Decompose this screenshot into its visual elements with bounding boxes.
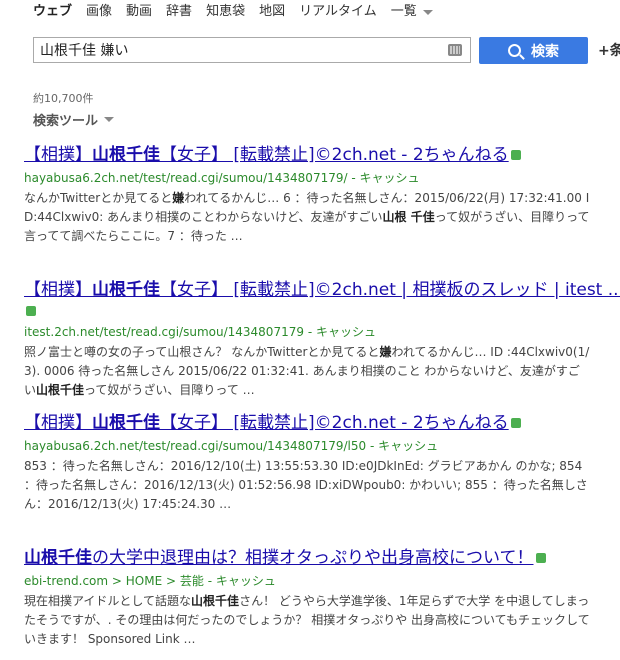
tab-dictionary[interactable]: 辞書 (166, 3, 192, 21)
tab-realtime[interactable]: リアルタイム (299, 3, 377, 21)
search-icon (508, 44, 521, 57)
cache-icon[interactable] (26, 305, 36, 316)
search-field (33, 37, 471, 63)
result-title-link[interactable]: 【相撲】山根千佳【女子】 [転載禁止]©2ch.net - 2ちゃんねる (24, 145, 509, 165)
cache-icon[interactable] (510, 149, 521, 160)
snippet-text: 照ノ富士と噂の女の子って山根さん？ なんかTwitterとか見てると (24, 345, 380, 359)
snippet-highlight: 嫌 (172, 191, 185, 205)
tab-chiebukuro[interactable]: 知恵袋 (206, 3, 245, 21)
search-button[interactable]: 検索 (479, 37, 588, 64)
result-title-link[interactable]: 【相撲】山根千佳【女子】 [転載禁止]©2ch.net | 相撲板のスレッド |… (24, 280, 620, 300)
search-result: 【相撲】山根千佳【女子】 [転載禁止]©2ch.net - 2ちゃんねる hay… (24, 412, 590, 514)
tab-web[interactable]: ウェブ (33, 3, 72, 21)
search-input[interactable] (40, 41, 440, 59)
snippet-highlight: 嫌 (379, 345, 392, 359)
tab-video[interactable]: 動画 (126, 3, 152, 21)
snippet-text: って奴がうざい、目障りって … (84, 383, 255, 397)
result-snippet: 853 ：待った名無しさん：2016/12/10(土) 13:55:53.30 … (24, 457, 590, 514)
cache-link[interactable]: キャッシュ (360, 171, 420, 185)
snippet-highlight: 山根千佳 (191, 594, 240, 608)
search-button-label: 検索 (531, 43, 559, 60)
search-result: 【相撲】山根千佳【女子】 [転載禁止]©2ch.net | 相撲板のスレッド |… (24, 279, 620, 400)
result-snippet: 現在相撲アイドルとして話題な山根千佳さん！ どうやら大学進学後、1年足らずで大学… (24, 592, 590, 649)
snippet-highlight: 山根千佳 (36, 383, 85, 397)
result-url: itest.2ch.net/test/read.cgi/sumou/143480… (24, 325, 376, 339)
search-result: 【相撲】山根千佳【女子】 [転載禁止]©2ch.net - 2ちゃんねる hay… (24, 144, 590, 246)
advanced-search-link[interactable]: +条 (598, 40, 620, 60)
search-result: 山根千佳の大学中退理由は？相撲オタっぷりや出身高校について！ ebi-trend… (24, 547, 590, 649)
cache-icon[interactable] (535, 552, 546, 563)
cache-link[interactable]: キャッシュ (316, 325, 376, 339)
snippet-text: 853 ：待った名無しさん：2016/12/10(土) 13:55:53.30 … (24, 459, 588, 511)
result-snippet: なんかTwitterとか見てると嫌われてるかんじ… 6 ：待った名無しさん：20… (24, 189, 590, 246)
result-url: hayabusa6.2ch.net/test/read.cgi/sumou/14… (24, 439, 439, 453)
result-snippet: 照ノ富士と噂の女の子って山根さん？ なんかTwitterとか見てると嫌われてるか… (24, 343, 590, 400)
chevron-down-icon (422, 9, 433, 15)
result-title-link[interactable]: 【相撲】山根千佳【女子】 [転載禁止]©2ch.net - 2ちゃんねる (24, 413, 509, 433)
cache-link[interactable]: キャッシュ (378, 439, 438, 453)
cache-icon[interactable] (510, 417, 521, 428)
snippet-highlight: 山根 千佳 (382, 210, 435, 224)
result-count: 約10,700件 (33, 92, 94, 105)
cache-link[interactable]: キャッシュ (216, 574, 276, 588)
result-url: ebi-trend.com > HOME > 芸能 - キャッシュ (24, 574, 276, 588)
tab-map[interactable]: 地図 (259, 3, 285, 21)
keyboard-icon[interactable] (448, 44, 462, 56)
tab-images[interactable]: 画像 (86, 3, 112, 21)
search-tools-button[interactable]: 検索ツール (33, 110, 115, 129)
result-url: hayabusa6.2ch.net/test/read.cgi/sumou/14… (24, 171, 420, 185)
tab-more[interactable]: 一覧 (391, 3, 433, 21)
snippet-text: 現在相撲アイドルとして話題な (24, 594, 192, 608)
search-tools-label: 検索ツール (33, 114, 99, 129)
snippet-text: なんかTwitterとか見てると (24, 191, 173, 205)
search-category-nav: ウェブ 画像 動画 辞書 知恵袋 地図 リアルタイム 一覧 (33, 3, 447, 21)
tab-more-label: 一覧 (390, 4, 417, 19)
result-title-link[interactable]: 山根千佳の大学中退理由は？相撲オタっぷりや出身高校について！ (24, 548, 534, 568)
chevron-down-icon (104, 117, 115, 122)
